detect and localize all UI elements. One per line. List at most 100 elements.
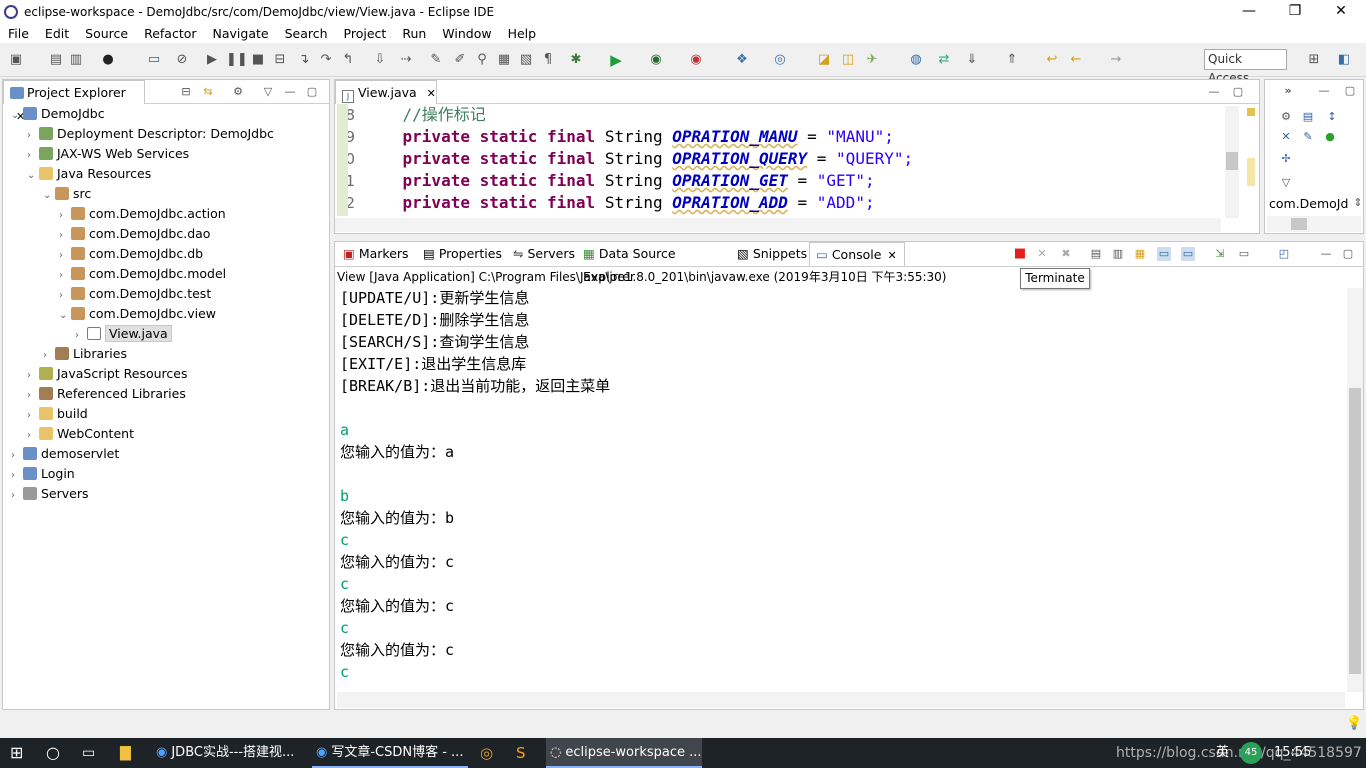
- close-button[interactable]: ✕: [1318, 0, 1364, 23]
- debug-icon[interactable]: ✱: [568, 52, 584, 68]
- remove-all-terminated-icon[interactable]: ✖: [1059, 247, 1073, 261]
- minimize-view-icon[interactable]: —: [283, 85, 297, 99]
- outline-list-icon[interactable]: ▤: [1301, 110, 1315, 124]
- menu-project[interactable]: Project: [336, 26, 395, 41]
- tree-build[interactable]: › build: [27, 404, 88, 424]
- sublime-icon[interactable]: S: [512, 738, 540, 768]
- tree-jaxws[interactable]: › JAX-WS Web Services: [27, 144, 189, 164]
- tree-pkg-test[interactable]: › com.DemoJdbc.test: [59, 284, 211, 304]
- task-jdbc-chrome[interactable]: ◉ JDBC实战---搭建视...: [152, 738, 308, 768]
- tree-deployment-descriptor[interactable]: › Deployment Descriptor: DemoJdbc: [27, 124, 274, 144]
- open-type-icon[interactable]: ◪: [816, 52, 832, 68]
- toggle-mark-icon[interactable]: ✎: [428, 52, 444, 68]
- expand-toggle-icon[interactable]: ›: [27, 366, 39, 386]
- console-horizontal-scrollbar[interactable]: [337, 692, 1345, 708]
- resume-icon[interactable]: ▶: [204, 52, 220, 68]
- pin-console-icon[interactable]: ⇲: [1213, 247, 1227, 261]
- new-icon[interactable]: ▣: [8, 52, 24, 68]
- expand-toggle-icon[interactable]: ›: [43, 346, 55, 366]
- step-into-icon[interactable]: ↴: [296, 52, 312, 68]
- expand-toggle-icon[interactable]: ›: [27, 426, 39, 446]
- expand-toggle-icon[interactable]: ›: [27, 406, 39, 426]
- profile-icon[interactable]: ●: [100, 52, 116, 68]
- close-icon[interactable]: ✕: [887, 249, 896, 262]
- editor-vertical-scrollbar[interactable]: [1225, 106, 1239, 218]
- save-all-icon[interactable]: ▥: [68, 52, 84, 68]
- quick-access-input[interactable]: Quick Access: [1204, 49, 1287, 85]
- minimize-view-icon[interactable]: —: [1317, 84, 1331, 98]
- tree-js-resources[interactable]: › JavaScript Resources: [27, 364, 187, 384]
- minimize-view-icon[interactable]: —: [1319, 247, 1333, 261]
- open-perspective-icon[interactable]: ⊞: [1306, 52, 1322, 68]
- notification-badge[interactable]: 45: [1240, 742, 1262, 764]
- tree-pkg-model[interactable]: › com.DemoJdbc.model: [59, 264, 226, 284]
- expand-toggle-icon[interactable]: ›: [11, 446, 23, 466]
- filters-icon[interactable]: ⚙: [231, 85, 245, 99]
- prev-annotation-icon[interactable]: ⇑: [1004, 52, 1020, 68]
- expand-toggle-icon[interactable]: ›: [27, 386, 39, 406]
- menu-file[interactable]: File: [0, 26, 37, 41]
- hide-nonpublic-icon[interactable]: ●: [1323, 130, 1337, 144]
- windows-start-icon[interactable]: ⊞: [6, 738, 36, 768]
- last-edit-icon[interactable]: ↩: [1044, 52, 1060, 68]
- step-over-icon[interactable]: ↷: [318, 52, 334, 68]
- new-server-icon[interactable]: ❖: [734, 52, 750, 68]
- collapse-all-icon[interactable]: ⊟: [179, 85, 193, 99]
- expand-toggle-icon[interactable]: ›: [59, 206, 71, 226]
- code-line[interactable]: 20 private static final String OPRATION_…: [336, 148, 913, 170]
- tree-login[interactable]: › Login: [11, 464, 75, 484]
- expand-toggle-icon[interactable]: ›: [59, 246, 71, 266]
- menu-source[interactable]: Source: [77, 26, 136, 41]
- forward-icon[interactable]: →: [1108, 52, 1124, 68]
- tree-demoservlet[interactable]: › demoservlet: [11, 444, 119, 464]
- task-view-icon[interactable]: ▭: [78, 738, 106, 768]
- remove-launch-icon[interactable]: ✕: [1035, 247, 1049, 261]
- tree-webcontent[interactable]: › WebContent: [27, 424, 134, 444]
- external-tools-icon[interactable]: ◉: [688, 52, 704, 68]
- chrome-pinned-icon[interactable]: ◎: [476, 738, 504, 768]
- tree-java-resources[interactable]: ⌄ Java Resources: [27, 164, 151, 184]
- tree-src[interactable]: ⌄ src: [43, 184, 91, 204]
- scrollbar-thumb[interactable]: [1349, 388, 1361, 674]
- link-with-editor-icon[interactable]: ⇆: [201, 85, 215, 99]
- sync-icon[interactable]: ⚙: [1279, 110, 1293, 124]
- open-console-icon[interactable]: ◰: [1277, 247, 1291, 261]
- web-browser-icon[interactable]: ⇄: [936, 52, 952, 68]
- expand-toggle-icon[interactable]: ›: [59, 266, 71, 286]
- scrollbar-thumb[interactable]: [1291, 218, 1307, 230]
- suspend-icon[interactable]: ❚❚: [226, 52, 248, 68]
- stop-icon[interactable]: ■: [250, 52, 266, 68]
- expand-toggle-icon[interactable]: ›: [59, 286, 71, 306]
- task-eclipse[interactable]: ◌ eclipse-workspace ...: [546, 738, 702, 768]
- paragraph-icon[interactable]: ¶: [540, 52, 556, 68]
- disconnect-icon[interactable]: ⊟: [272, 52, 288, 68]
- view-menu-icon[interactable]: ▽: [1279, 176, 1293, 190]
- tip-icon[interactable]: 💡: [1346, 716, 1362, 732]
- globe-icon[interactable]: ◍: [908, 52, 924, 68]
- expand-toggle-icon[interactable]: ›: [75, 326, 87, 346]
- show-more-icon[interactable]: »: [1281, 84, 1295, 98]
- tab-properties[interactable]: ▤ Properties: [417, 242, 505, 266]
- save-icon[interactable]: ▤: [48, 52, 64, 68]
- clock[interactable]: 15:55: [1270, 738, 1310, 768]
- editor-horizontal-scrollbar[interactable]: [335, 218, 1221, 232]
- display-console-icon[interactable]: ▭: [1237, 247, 1251, 261]
- tree-demojdbc[interactable]: ⌄ DemoJdbc: [11, 104, 105, 124]
- back-icon[interactable]: ←: [1068, 52, 1084, 68]
- show-on-stdout-icon[interactable]: ▭: [1157, 247, 1171, 261]
- maximize-view-icon[interactable]: ▢: [305, 85, 319, 99]
- task-csdn-chrome[interactable]: ◉ 写文章-CSDN博客 - ...: [312, 738, 468, 768]
- link-icon[interactable]: ⚲: [474, 52, 490, 68]
- menu-navigate[interactable]: Navigate: [205, 26, 277, 41]
- console-vertical-scrollbar[interactable]: [1347, 288, 1363, 692]
- expand-toggle-icon[interactable]: ›: [11, 486, 23, 506]
- tree-servers[interactable]: › Servers: [11, 484, 89, 504]
- hide-fields-icon[interactable]: ✕: [1279, 130, 1293, 144]
- minimize-button[interactable]: —: [1226, 0, 1272, 23]
- tree-pkg-action[interactable]: › com.DemoJdbc.action: [59, 204, 226, 224]
- block-selection-icon[interactable]: ▦: [496, 52, 512, 68]
- search-tool-icon[interactable]: ✈: [864, 52, 880, 68]
- step-return-icon[interactable]: ↰: [340, 52, 356, 68]
- ime-indicator[interactable]: 英: [1212, 738, 1232, 768]
- drop-frame-icon[interactable]: ⇩: [372, 52, 388, 68]
